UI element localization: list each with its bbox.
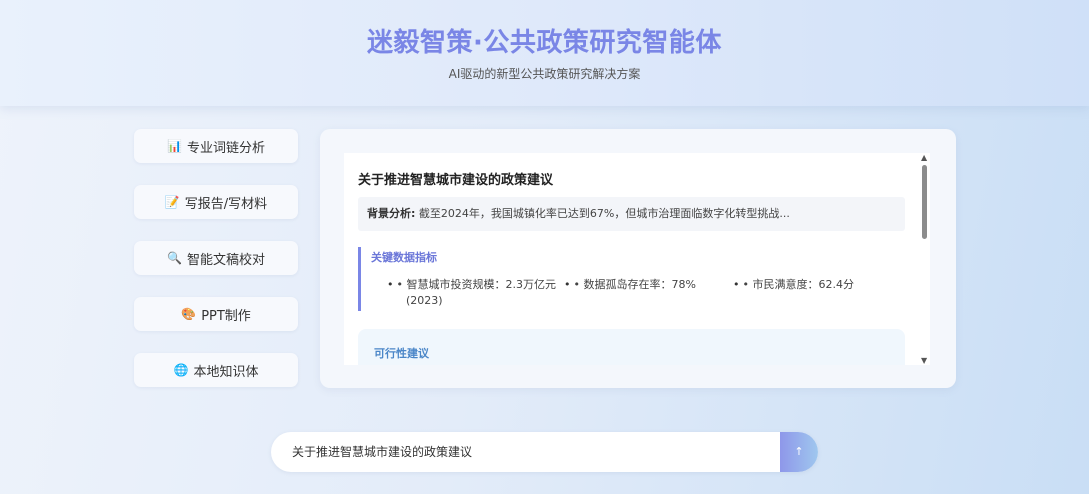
- feasibility-suggestions: 可行性建议: [358, 329, 905, 365]
- sidebar-item-label: PPT制作: [201, 308, 251, 324]
- globe-icon: 🌐: [173, 363, 189, 377]
- background-label: 背景分析:: [367, 207, 416, 220]
- content-panel: 关于推进智慧城市建设的政策建议 背景分析: 截至2024年，我国城镇化率已达到6…: [320, 129, 956, 388]
- sidebar-item-knowledge-base[interactable]: 🌐 本地知识体: [134, 353, 298, 387]
- sidebar-item-term-analysis[interactable]: 📊 专业词链分析: [134, 129, 298, 163]
- sidebar-item-label: 专业词链分析: [186, 140, 265, 156]
- sidebar-item-proofreading[interactable]: 🔍 智能文稿校对: [134, 241, 298, 275]
- scroll-up-arrow-icon[interactable]: ▲: [921, 153, 927, 162]
- magnifier-icon: 🔍: [166, 251, 182, 265]
- background-text: 截至2024年，我国城镇化率已达到67%，但城市治理面临数字化转型挑战...: [418, 207, 790, 220]
- palette-icon: 🎨: [181, 307, 197, 321]
- metrics-title: 关键数据指标: [371, 251, 437, 264]
- scrollbar-thumb[interactable]: [922, 165, 927, 239]
- app-title: 迷毅智策·公共政策研究智能体: [367, 28, 722, 58]
- scroll-down-arrow-icon[interactable]: ▼: [921, 356, 927, 365]
- metric-investment: • • 智慧城市投资规模：2.3万亿元 (2023): [387, 277, 556, 309]
- background-analysis: 背景分析: 截至2024年，我国城镇化率已达到67%，但城市治理面临数字化转型挑…: [358, 197, 905, 231]
- app-header: 迷毅智策·公共政策研究智能体 AI驱动的新型公共政策研究解决方案: [0, 0, 1089, 106]
- send-button[interactable]: ↑: [780, 432, 818, 472]
- arrow-up-icon: ↑: [794, 445, 804, 458]
- bullet: •: [564, 278, 571, 291]
- suggestion-title: 可行性建议: [374, 347, 429, 360]
- metric-year: (2023): [406, 294, 443, 307]
- chat-input[interactable]: [292, 432, 772, 472]
- key-metrics-section: 关键数据指标 • • 智慧城市投资规模：2.3万亿元 (2023) • • 数据孤岛…: [358, 247, 905, 311]
- sidebar-item-write-report[interactable]: 📝 写报告/写材料: [134, 185, 298, 219]
- app-subtitle: AI驱动的新型公共政策研究解决方案: [448, 67, 641, 81]
- bullet: •: [387, 278, 394, 291]
- bar-chart-icon: 📊: [166, 139, 182, 153]
- sidebar-item-label: 写报告/写材料: [184, 196, 268, 212]
- document-scrollbar[interactable]: ▲ ▼: [920, 153, 930, 365]
- chat-input-bar: ↑: [271, 432, 818, 472]
- metric-data-silo: • • 数据孤岛存在率：78%: [564, 277, 696, 293]
- bullet: •: [733, 278, 740, 291]
- metric-satisfaction: • • 市民满意度：62.4分: [733, 277, 854, 293]
- document-title: 关于推进智慧城市建设的政策建议: [358, 173, 554, 188]
- sidebar-item-label: 本地知识体: [193, 364, 259, 380]
- sidebar-item-label: 智能文稿校对: [186, 252, 265, 268]
- feature-sidebar: 📊 专业词链分析 📝 写报告/写材料 🔍 智能文稿校对 🎨 PPT制作 🌐 本地…: [134, 129, 298, 409]
- memo-icon: 📝: [164, 195, 180, 209]
- sidebar-item-ppt[interactable]: 🎨 PPT制作: [134, 297, 298, 331]
- document-preview[interactable]: 关于推进智慧城市建设的政策建议 背景分析: 截至2024年，我国城镇化率已达到6…: [344, 153, 930, 365]
- metric-text: • 智慧城市投资规模：2.3万亿元: [396, 278, 556, 291]
- metric-text: • 数据孤岛存在率：78%: [573, 278, 696, 291]
- metric-text: • 市民满意度：62.4分: [742, 278, 854, 291]
